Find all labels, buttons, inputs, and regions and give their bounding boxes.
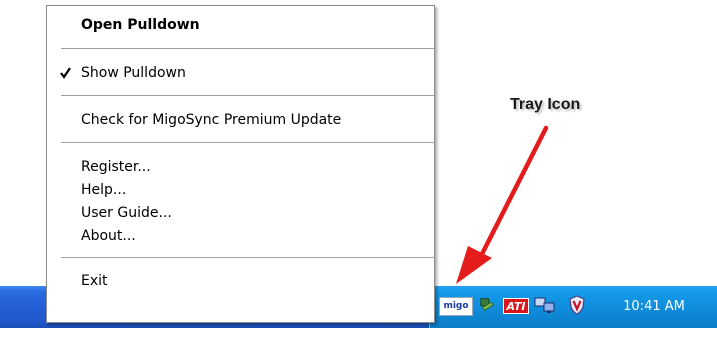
menu-separator [61,48,434,49]
migo-tray-icon[interactable]: migo [439,297,473,316]
annotation-arrow-icon [456,125,549,284]
menu-item-register[interactable]: Register... [47,156,434,178]
menu-separator [61,257,434,258]
menu-item-label: Exit [81,273,108,289]
menu-item-help[interactable]: Help... [47,179,434,201]
menu-item-open-pulldown[interactable]: Open Pulldown [47,14,434,36]
menu-item-check-update[interactable]: Check for MigoSync Premium Update [47,109,434,131]
menu-item-label: Check for MigoSync Premium Update [81,112,342,128]
checkmark-icon [60,67,71,79]
menu-item-label: Open Pulldown [81,17,200,33]
menu-item-label: User Guide... [81,205,172,221]
security-shield-icon[interactable] [569,295,585,315]
ati-icon[interactable]: ATI [503,298,529,314]
network-icon[interactable] [478,296,496,312]
clock[interactable]: 10:41 AM [609,297,699,317]
menu-item-label: Help... [81,182,127,198]
menu-item-user-guide[interactable]: User Guide... [47,202,434,224]
menu-item-show-pulldown[interactable]: Show Pulldown [47,62,434,84]
menu-item-label: Show Pulldown [81,65,186,81]
annotation-label: Tray Icon [510,96,581,113]
menu-item-exit[interactable]: Exit [47,270,434,292]
menu-item-label: About... [81,228,136,244]
display-icon[interactable] [534,296,556,316]
menu-separator [61,142,434,143]
menu-item-label: Register... [81,159,151,175]
menu-separator [61,95,434,96]
tray-context-menu: Open Pulldown Show Pulldown Check for Mi… [46,5,435,323]
menu-item-about[interactable]: About... [47,225,434,247]
